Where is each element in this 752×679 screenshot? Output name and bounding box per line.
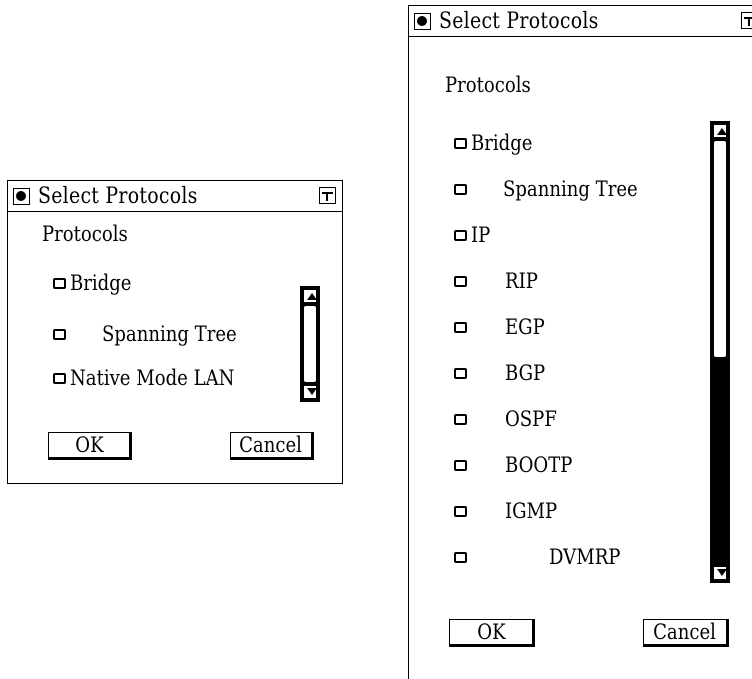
maximize-icon[interactable] (741, 12, 752, 29)
protocol-item-label: RIP (505, 269, 538, 293)
scrollbar-thumb[interactable] (303, 305, 317, 383)
title-bar[interactable]: Select Protocols (8, 181, 342, 212)
protocol-item-spanning-tree[interactable]: Spanning Tree (454, 174, 660, 204)
scrollbar-thumb[interactable] (713, 140, 727, 358)
protocol-list-scrollbar[interactable] (710, 121, 730, 583)
arrow-down-icon[interactable] (303, 385, 317, 399)
window-menu-icon[interactable] (414, 12, 431, 30)
protocol-item-label: DVMRP (549, 545, 621, 569)
window-title: Select Protocols (439, 8, 599, 34)
arrow-up-icon[interactable] (303, 289, 317, 303)
checkbox-icon[interactable] (454, 459, 467, 471)
protocol-item-bridge[interactable]: Bridge (53, 268, 142, 298)
protocol-item-label: Bridge (70, 271, 132, 295)
window-menu-icon[interactable] (13, 187, 30, 205)
checkbox-icon[interactable] (454, 413, 467, 425)
protocol-item-label: BGP (505, 361, 546, 385)
cancel-button[interactable]: Cancel (643, 619, 729, 647)
dialog-body: Protocols Bridge Spanning Tree Native Mo… (8, 212, 342, 483)
protocol-item-label: OSPF (505, 407, 557, 431)
protocol-item-dvmrp[interactable]: DVMRP (454, 542, 632, 572)
protocols-label: Protocols (42, 222, 128, 246)
arrow-up-icon[interactable] (713, 124, 727, 138)
protocol-item-ospf[interactable]: OSPF (454, 404, 565, 434)
checkbox-icon[interactable] (454, 551, 467, 563)
protocol-item-bgp[interactable]: BGP (454, 358, 552, 388)
select-protocols-dialog-small: Select Protocols Protocols Bridge Spanni… (7, 180, 343, 484)
protocol-item-label: Bridge (471, 131, 533, 155)
checkbox-icon[interactable] (454, 137, 467, 149)
protocol-item-native-mode-lan[interactable]: Native Mode LAN (53, 363, 261, 393)
protocol-item-igmp[interactable]: IGMP (454, 496, 566, 526)
checkbox-icon[interactable] (53, 372, 66, 384)
checkbox-icon[interactable] (454, 505, 467, 517)
window-title: Select Protocols (38, 183, 198, 209)
checkbox-icon[interactable] (53, 328, 66, 340)
protocol-item-ip[interactable]: IP (454, 220, 493, 250)
checkbox-icon[interactable] (454, 275, 467, 287)
protocol-item-bootp[interactable]: BOOTP (454, 450, 583, 480)
protocol-item-label: BOOTP (505, 453, 573, 477)
protocol-item-rip[interactable]: RIP (454, 266, 543, 296)
ok-button[interactable]: OK (449, 619, 535, 647)
protocol-item-label: EGP (505, 315, 545, 339)
dialog-body: Protocols Bridge Spanning Tree IP RIP EG… (409, 37, 752, 679)
protocol-item-label: IP (471, 223, 491, 247)
checkbox-icon[interactable] (454, 229, 467, 241)
checkbox-icon[interactable] (454, 183, 467, 195)
protocol-item-bridge[interactable]: Bridge (454, 128, 543, 158)
protocol-item-label: Native Mode LAN (70, 366, 235, 390)
select-protocols-dialog-large: Select Protocols Protocols Bridge Spanni… (408, 5, 752, 679)
checkbox-icon[interactable] (454, 367, 467, 379)
arrow-down-icon[interactable] (713, 566, 727, 580)
protocol-list-scrollbar[interactable] (300, 286, 320, 402)
protocol-item-egp[interactable]: EGP (454, 312, 551, 342)
protocols-label: Protocols (445, 73, 531, 97)
protocol-item-label: Spanning Tree (102, 322, 237, 346)
title-bar[interactable]: Select Protocols (409, 6, 752, 37)
cancel-button[interactable]: Cancel (230, 432, 314, 460)
maximize-icon[interactable] (319, 187, 336, 204)
protocol-item-spanning-tree[interactable]: Spanning Tree (53, 319, 259, 349)
protocol-item-label: Spanning Tree (503, 177, 638, 201)
checkbox-icon[interactable] (454, 321, 467, 333)
protocol-item-label: IGMP (505, 499, 558, 523)
ok-button[interactable]: OK (48, 432, 132, 460)
checkbox-icon[interactable] (53, 277, 66, 289)
